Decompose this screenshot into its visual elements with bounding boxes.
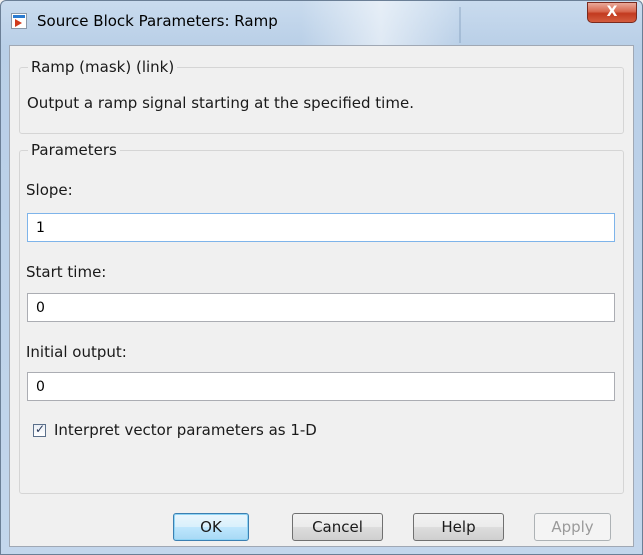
- initial-output-input[interactable]: [27, 372, 615, 401]
- interpret-vector-label: Interpret vector parameters as 1-D: [54, 421, 317, 439]
- title-bar-reflection: [301, 1, 461, 45]
- slope-label: Slope:: [26, 181, 73, 199]
- mask-description: Output a ramp signal starting at the spe…: [27, 94, 414, 112]
- window-title: Source Block Parameters: Ramp: [37, 12, 278, 30]
- slope-input[interactable]: [27, 213, 615, 242]
- dialog-body: Ramp (mask) (link) Output a ramp signal …: [9, 45, 634, 547]
- checkbox-icon: ✓: [35, 422, 46, 436]
- initial-output-label: Initial output:: [26, 343, 127, 361]
- help-button[interactable]: Help: [413, 513, 504, 541]
- cancel-button[interactable]: Cancel: [292, 513, 383, 541]
- dialog-window: Source Block Parameters: Ramp X Ramp (ma…: [0, 0, 643, 555]
- parameters-group: Parameters: [19, 141, 624, 494]
- ok-button[interactable]: OK: [173, 513, 249, 541]
- start-time-input[interactable]: [27, 293, 615, 322]
- apply-button[interactable]: Apply: [534, 513, 611, 541]
- mask-group-title: Ramp (mask) (link): [28, 58, 178, 76]
- title-bar[interactable]: Source Block Parameters: Ramp X: [1, 1, 642, 45]
- parameters-group-title: Parameters: [28, 141, 120, 159]
- interpret-vector-checkbox[interactable]: ✓: [33, 422, 46, 437]
- close-icon[interactable]: X: [587, 2, 637, 23]
- simulink-block-icon: [11, 13, 27, 29]
- simulink-block-icon-bar: [13, 15, 25, 18]
- simulink-block-icon-arrow: [15, 19, 22, 27]
- title-bar-reflection-line: [459, 7, 461, 43]
- start-time-label: Start time:: [26, 263, 107, 281]
